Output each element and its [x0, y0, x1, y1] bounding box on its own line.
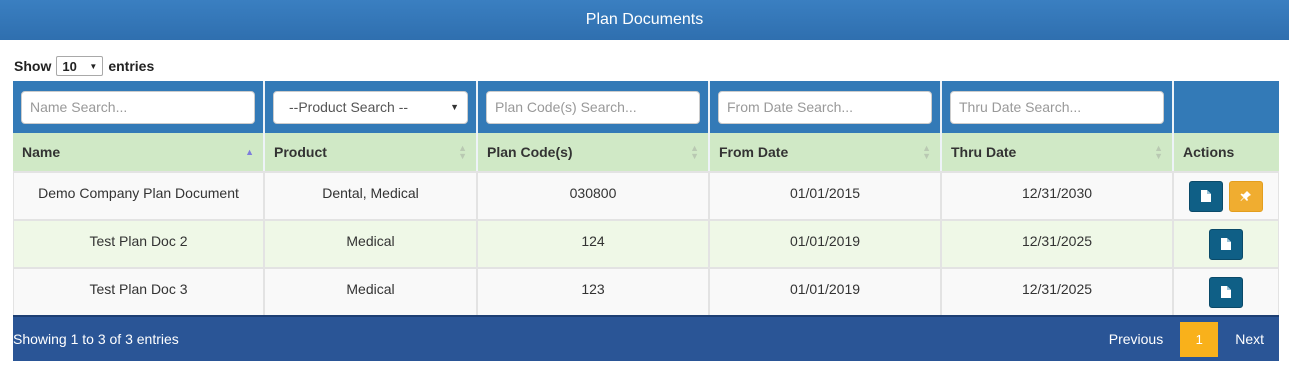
- pin-icon: [1240, 191, 1251, 201]
- filter-cell-plan-code: Plan Code(s) Search...: [478, 81, 710, 133]
- table-footer: Showing 1 to 3 of 3 entries Previous 1 N…: [13, 315, 1279, 361]
- cell-name: Demo Company Plan Document: [13, 173, 265, 219]
- column-header-row: Name ▲ Product ▲ ▼ Plan Code(s) ▲ ▼ From D…: [13, 133, 1279, 171]
- cell-plan-codes: 124: [478, 221, 710, 267]
- table-row: Demo Company Plan Document Dental, Medic…: [13, 171, 1279, 219]
- plan-code-search-input[interactable]: Plan Code(s) Search...: [486, 90, 700, 124]
- cell-thru-date: 12/31/2025: [942, 269, 1174, 315]
- name-search-input[interactable]: Name Search...: [21, 90, 255, 124]
- thru-date-search-input[interactable]: Thru Date Search...: [950, 90, 1164, 124]
- filter-cell-name: Name Search...: [13, 81, 265, 133]
- pagination: Previous 1 Next: [1094, 317, 1279, 361]
- cell-actions: [1174, 173, 1279, 219]
- cell-actions: [1174, 221, 1279, 267]
- length-menu-suffix: entries: [108, 58, 155, 74]
- cell-from-date: 01/01/2019: [710, 221, 942, 267]
- view-document-button[interactable]: [1189, 180, 1223, 212]
- column-header-thru-date[interactable]: Thru Date ▲ ▼: [942, 133, 1174, 171]
- length-menu-prefix: Show: [14, 58, 52, 74]
- plan-documents-table: Name Search... --Product Search -- ▼ Pla…: [13, 81, 1279, 361]
- chevron-down-icon: ▼: [89, 61, 98, 71]
- cell-from-date: 01/01/2015: [710, 173, 942, 219]
- document-icon: [1201, 190, 1211, 202]
- cell-product: Dental, Medical: [265, 173, 478, 219]
- document-icon: [1221, 286, 1231, 298]
- column-header-actions: Actions: [1174, 133, 1279, 171]
- table-info: Showing 1 to 3 of 3 entries: [13, 331, 179, 347]
- column-header-label: Plan Code(s): [487, 144, 573, 160]
- cell-plan-codes: 123: [478, 269, 710, 315]
- cell-product: Medical: [265, 221, 478, 267]
- from-date-search-input[interactable]: From Date Search...: [718, 90, 932, 124]
- page-title-bar: Plan Documents: [0, 0, 1289, 40]
- sort-ascending-icon: ▲: [245, 147, 254, 157]
- view-document-button[interactable]: [1209, 276, 1243, 308]
- column-header-product[interactable]: Product ▲ ▼: [265, 133, 478, 171]
- filter-cell-thru-date: Thru Date Search...: [942, 81, 1174, 133]
- column-header-label: Name: [22, 144, 61, 160]
- name-search-placeholder: Name Search...: [30, 99, 128, 115]
- column-header-plan-codes[interactable]: Plan Code(s) ▲ ▼: [478, 133, 710, 171]
- sort-icon: ▲ ▼: [690, 143, 699, 161]
- product-search-select[interactable]: --Product Search -- ▼: [273, 90, 468, 124]
- previous-page-button[interactable]: Previous: [1094, 331, 1178, 347]
- document-icon: [1221, 238, 1231, 250]
- filter-cell-actions: [1174, 81, 1279, 133]
- sort-icon: ▲ ▼: [1154, 143, 1163, 161]
- cell-actions: [1174, 269, 1279, 315]
- pin-button[interactable]: [1229, 180, 1263, 212]
- cell-from-date: 01/01/2019: [710, 269, 942, 315]
- column-header-label: From Date: [719, 144, 789, 160]
- from-date-search-placeholder: From Date Search...: [727, 99, 854, 115]
- table-row: Test Plan Doc 2 Medical 124 01/01/2019 1…: [13, 219, 1279, 267]
- cell-name: Test Plan Doc 3: [13, 269, 265, 315]
- cell-plan-codes: 030800: [478, 173, 710, 219]
- table-row: Test Plan Doc 3 Medical 123 01/01/2019 1…: [13, 267, 1279, 315]
- plan-code-search-placeholder: Plan Code(s) Search...: [495, 99, 637, 115]
- column-header-label: Thru Date: [951, 144, 1017, 160]
- thru-date-search-placeholder: Thru Date Search...: [959, 99, 1082, 115]
- view-document-button[interactable]: [1209, 228, 1243, 260]
- chevron-down-icon: ▼: [450, 102, 459, 112]
- product-search-value: --Product Search --: [289, 99, 409, 115]
- page-button-current[interactable]: 1: [1180, 321, 1219, 357]
- column-header-name[interactable]: Name ▲: [13, 133, 265, 171]
- column-header-label: Actions: [1183, 144, 1235, 160]
- column-header-label: Product: [274, 144, 327, 160]
- entries-per-page-select[interactable]: 10 ▼: [56, 56, 104, 76]
- sort-icon: ▲ ▼: [458, 143, 467, 161]
- filter-cell-from-date: From Date Search...: [710, 81, 942, 133]
- sort-icon: ▲ ▼: [922, 143, 931, 161]
- filter-row: Name Search... --Product Search -- ▼ Pla…: [13, 81, 1279, 133]
- cell-name: Test Plan Doc 2: [13, 221, 265, 267]
- next-page-button[interactable]: Next: [1220, 331, 1279, 347]
- page-title: Plan Documents: [585, 11, 704, 28]
- cell-thru-date: 12/31/2025: [942, 221, 1174, 267]
- cell-thru-date: 12/31/2030: [942, 173, 1174, 219]
- length-menu: Show 10 ▼ entries: [14, 56, 154, 76]
- column-header-from-date[interactable]: From Date ▲ ▼: [710, 133, 942, 171]
- cell-product: Medical: [265, 269, 478, 315]
- entries-per-page-value: 10: [62, 58, 77, 74]
- filter-cell-product: --Product Search -- ▼: [265, 81, 478, 133]
